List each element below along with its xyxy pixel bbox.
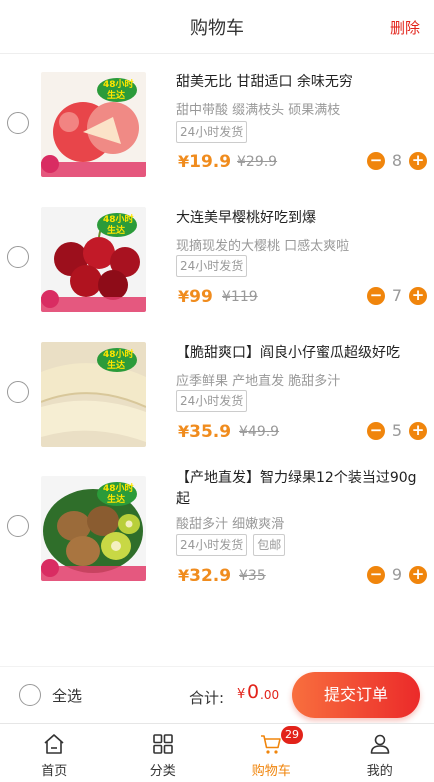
total-label: 合计: (189, 689, 225, 707)
tab-home[interactable]: 首页 (0, 724, 109, 782)
plus-button[interactable]: + (409, 421, 427, 440)
item-old-price: ¥35 (239, 568, 266, 584)
user-icon (370, 734, 390, 754)
total-decimal: .00 (260, 688, 280, 702)
apple-image[interactable]: 48小时 生达 (41, 72, 146, 177)
svg-text:生达: 生达 (107, 89, 125, 101)
tag: 24小时发货 (176, 534, 248, 556)
header: 购物车 删除 (0, 0, 434, 54)
minus-button[interactable]: − (367, 565, 385, 584)
cart-item: 48小时 生达 【产地直发】智力绿果12个装当过90g起 酸甜多汁 细嫩爽滑 2… (0, 460, 434, 610)
total-amount: 0 (247, 681, 260, 703)
total-currency: ¥ (237, 687, 246, 702)
item-select-radio[interactable] (7, 381, 29, 403)
plus-button[interactable]: + (409, 565, 427, 584)
svg-text:48小时: 48小时 (103, 482, 134, 494)
cherry-image[interactable]: 48小时 生达 (41, 207, 146, 312)
select-all-radio[interactable] (19, 684, 41, 706)
quantity-stepper: − 5 + (367, 421, 427, 440)
minus-button[interactable]: − (367, 421, 385, 440)
cart-item: 48小时 生达 甜美无比 甘甜适口 余味无穷 甜中带酸 缀满枝头 硕果满枝 24… (0, 54, 434, 189)
minus-button[interactable]: − (367, 286, 385, 305)
tab-cart[interactable]: 29 购物车 (217, 724, 326, 782)
category-icon (152, 734, 173, 754)
tab-label: 首页 (41, 764, 68, 779)
item-subtitle: 现摘现发的大樱桃 口感太爽啦 (176, 239, 350, 254)
item-price: ¥32.9 (178, 566, 232, 586)
plus-button[interactable]: + (409, 286, 427, 305)
cart-count-badge: 29 (281, 726, 303, 744)
item-name: 大连美早樱桃好吃到爆 (176, 210, 316, 226)
item-price: ¥99 (178, 287, 213, 307)
cart-item: 48小时 生达 【脆甜爽口】阎良小仔蜜瓜超级好吃 应季鲜果 产地直发 脆甜多汁 … (0, 325, 434, 460)
kiwi-image[interactable]: 48小时 生达 (41, 476, 146, 581)
quantity-stepper: − 8 + (367, 151, 427, 170)
svg-text:生达: 生达 (107, 493, 125, 505)
quantity-value: 5 (391, 421, 403, 440)
item-name: 【产地直发】智力绿果12个装当过90g起 (176, 470, 417, 507)
svg-text:生达: 生达 (107, 224, 125, 236)
item-old-price: ¥49.9 (239, 424, 280, 440)
item-price: ¥35.9 (178, 422, 232, 442)
svg-text:48小时: 48小时 (103, 78, 134, 90)
checkout-bar: 全选 合计: ¥ 0 .00 提交订单 (0, 666, 434, 722)
tag: 包邮 (253, 534, 286, 556)
quantity-value: 8 (391, 151, 403, 170)
page-title: 购物车 (190, 18, 244, 39)
melon-image[interactable]: 48小时 生达 (41, 342, 146, 447)
item-price: ¥19.9 (178, 152, 232, 172)
plus-button[interactable]: + (409, 151, 427, 170)
quantity-stepper: − 9 + (367, 565, 427, 584)
tab-profile[interactable]: 我的 (326, 724, 434, 782)
item-select-radio[interactable] (7, 515, 29, 537)
tag: 24小时发货 (176, 255, 248, 277)
item-tags: 24小时发货 (176, 255, 248, 277)
item-name: 【脆甜爽口】阎良小仔蜜瓜超级好吃 (176, 345, 400, 361)
tab-label: 分类 (149, 764, 176, 779)
quantity-value: 9 (391, 565, 403, 584)
tag: 24小时发货 (176, 121, 248, 143)
tab-bar: 首页 分类 29 购物车 我的 (0, 723, 434, 782)
minus-button[interactable]: − (367, 151, 385, 170)
item-old-price: ¥119 (222, 289, 258, 305)
svg-text:48小时: 48小时 (103, 348, 134, 360)
delete-button[interactable]: 删除 (390, 17, 420, 38)
item-select-radio[interactable] (7, 112, 29, 134)
item-subtitle: 酸甜多汁 细嫩爽滑 (176, 517, 285, 532)
item-subtitle: 甜中带酸 缀满枝头 硕果满枝 (176, 103, 341, 118)
tab-category[interactable]: 分类 (109, 724, 218, 782)
item-tags: 24小时发货 包邮 (176, 534, 286, 556)
tab-label: 购物车 (251, 764, 291, 779)
select-all-label[interactable]: 全选 (52, 685, 82, 706)
item-old-price: ¥29.9 (237, 154, 278, 170)
svg-text:48小时: 48小时 (103, 213, 134, 225)
item-name: 甜美无比 甘甜适口 余味无穷 (176, 74, 353, 90)
tab-label: 我的 (366, 764, 393, 779)
quantity-stepper: − 7 + (367, 286, 427, 305)
quantity-value: 7 (391, 286, 403, 305)
svg-text:生达: 生达 (107, 359, 125, 371)
item-tags: 24小时发货 (176, 121, 248, 143)
home-icon (44, 734, 64, 754)
item-subtitle: 应季鲜果 产地直发 脆甜多汁 (176, 374, 341, 389)
item-tags: 24小时发货 (176, 390, 248, 412)
cart-item: 48小时 生达 大连美早樱桃好吃到爆 现摘现发的大樱桃 口感太爽啦 24小时发货… (0, 190, 434, 325)
tag: 24小时发货 (176, 390, 248, 412)
submit-order-button[interactable]: 提交订单 (292, 672, 420, 718)
cart-icon (261, 735, 282, 754)
item-select-radio[interactable] (7, 246, 29, 268)
